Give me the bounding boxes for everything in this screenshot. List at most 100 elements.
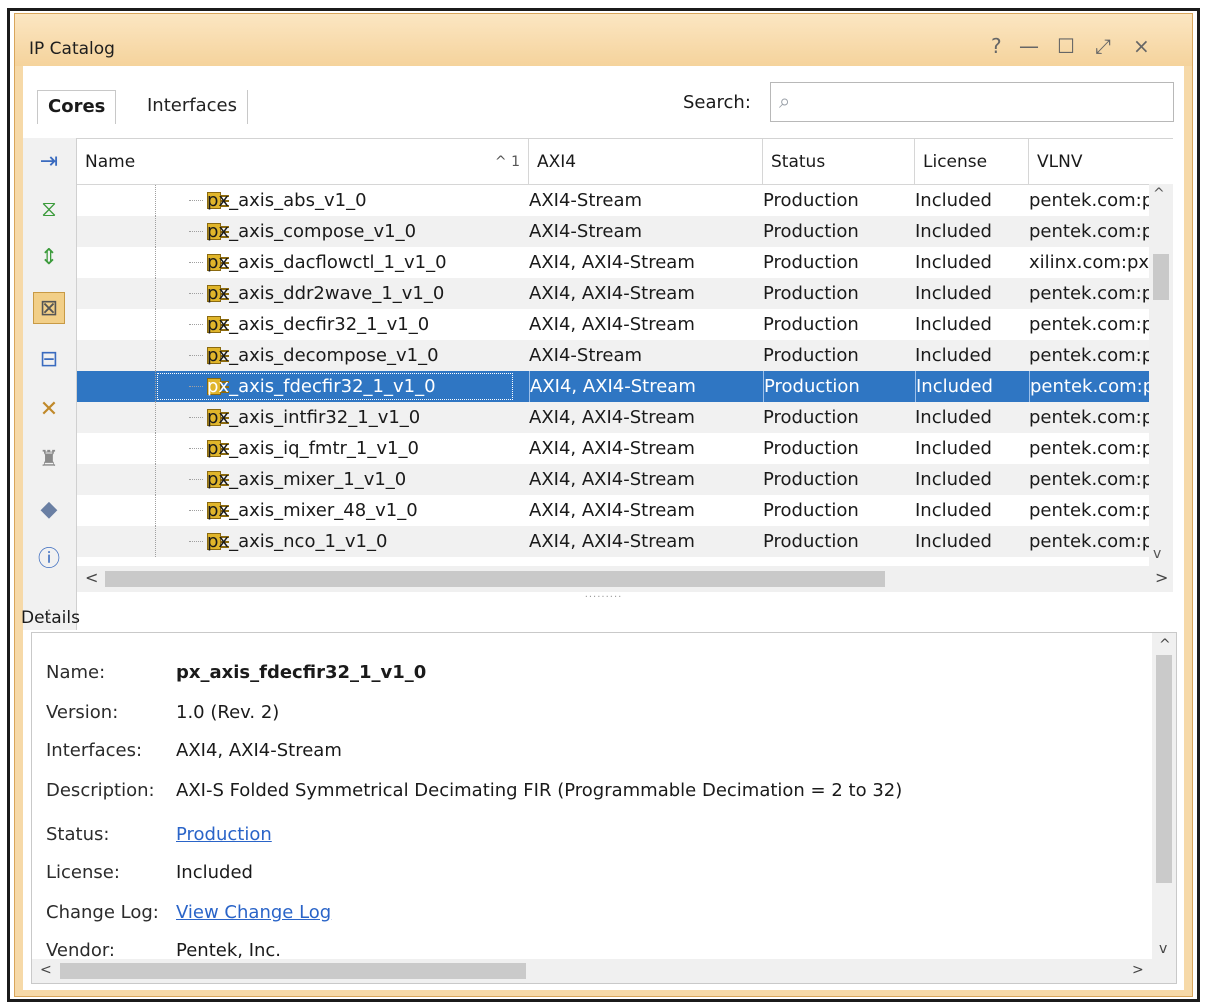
detail-row: Version: 1.0 (Rev. 2) [46,699,279,727]
cell-status: Production [763,371,911,402]
cell-license: Included [915,283,992,304]
sort-indicator: ^ 1 [494,154,520,170]
cell-axi: AXI4, AXI4-Stream [529,531,695,552]
cell-status: Production [763,438,859,459]
column-header-status[interactable]: Status [763,139,915,185]
scroll-up-icon[interactable]: ^ [1159,637,1171,653]
detail-value: Pentek, Inc. [176,940,282,961]
scroll-thumb[interactable] [1156,655,1172,883]
table-row[interactable]: px_axis_fdecfir32_1_v1_0 AXI4, AXI4-Strea… [77,371,1173,402]
cell-license: Included [915,345,992,366]
collapse-all-icon[interactable]: ⇥ [33,146,65,178]
cell-status: Production [763,190,859,211]
panel-splitter[interactable]: ········· [23,592,1184,606]
column-header-license[interactable]: License [915,139,1029,185]
close-icon[interactable]: × [1133,34,1150,58]
scroll-right-icon[interactable]: > [1132,962,1144,978]
cell-axi: AXI4, AXI4-Stream [529,438,695,459]
table-row[interactable]: px_axis_intfir32_1_v1_0 AXI4, AXI4-Stream… [77,402,1173,433]
cell-vlnv: pentek.com:p [1029,190,1154,211]
scroll-thumb[interactable] [1153,254,1169,300]
cell-status: Production [763,314,859,335]
cell-license: Included [915,221,992,242]
search-icon[interactable]: ⌕ [779,89,790,113]
search-box[interactable]: ⌕ [770,82,1174,122]
table-header: Name ^ 1 AXI4 Status License VLNV [77,139,1173,185]
table-row[interactable]: px_axis_iq_fmtr_1_v1_0 AXI4, AXI4-Stream P… [77,433,1173,464]
tab-cores[interactable]: Cores [37,90,117,124]
cell-license: Included [915,469,992,490]
tag-icon[interactable]: ◆ [33,494,65,526]
cell-status: Production [763,407,859,428]
cell-name: px_axis_decompose_v1_0 [207,345,439,366]
cell-vlnv: pentek.com:p [1029,407,1154,428]
scroll-thumb[interactable] [105,571,885,587]
cell-vlnv: xilinx.com:px [1029,252,1150,273]
info-icon[interactable]: ⓘ [33,544,65,576]
cell-name: px_axis_mixer_48_v1_0 [207,500,418,521]
cell-name: px_axis_compose_v1_0 [207,221,417,242]
details-vertical-scrollbar[interactable]: ^ v [1152,633,1176,961]
table-row[interactable]: px_axis_dacflowctl_1_v1_0 AXI4, AXI4-Stre… [77,247,1173,278]
detail-link[interactable]: Production [176,821,272,849]
table-row[interactable]: px_axis_mixer_48_v1_0 AXI4, AXI4-Stream Pr… [77,495,1173,526]
expand-selected-icon[interactable]: ⇕ [33,242,65,274]
detail-key: Description: [46,780,155,801]
scroll-down-icon[interactable]: v [1153,546,1161,562]
minimize-icon[interactable]: — [1019,34,1039,58]
title-bar[interactable]: IP Catalog ? — ☐ ⤢ × [15,14,1192,66]
group-icon[interactable]: ⊟ [33,344,65,376]
cell-axi: AXI4, AXI4-Stream [529,252,695,273]
detail-value: 1.0 (Rev. 2) [176,702,280,723]
scroll-left-icon[interactable]: < [85,568,98,587]
table-row[interactable]: px_axis_mixer_1_v1_0 AXI4, AXI4-Stream Pro… [77,464,1173,495]
cell-name: px_axis_iq_fmtr_1_v1_0 [207,438,419,459]
cell-name: px_axis_nco_1_v1_0 [207,531,388,552]
maximize-icon[interactable]: ☐ [1057,34,1075,58]
float-icon[interactable]: ⤢ [1095,34,1111,58]
search-label: Search: [683,92,751,113]
window-title: IP Catalog [29,39,115,59]
table-row[interactable]: px_axis_nco_1_v1_0 AXI4, AXI4-Stream Produ… [77,526,1173,557]
catalog-content: Cores Interfaces Search: ⌕ ⇥ ⧖ ⇕ ⊠ ⊟ ✕ ♜… [21,66,1184,990]
cell-status: Production [763,531,859,552]
table-row[interactable]: px_axis_ddr2wave_1_v1_0 AXI4, AXI4-Stream… [77,278,1173,309]
cell-vlnv: pentek.com:p [1029,531,1154,552]
column-header-name[interactable]: Name ^ 1 [77,139,529,185]
cell-axi: AXI4, AXI4-Stream [529,283,695,304]
cell-name: px_axis_ddr2wave_1_v1_0 [207,283,445,304]
table-horizontal-scrollbar[interactable]: < > [77,566,1173,592]
cell-license: Included [915,190,992,211]
detail-link[interactable]: View Change Log [176,899,331,927]
cell-status: Production [763,345,859,366]
expand-all-icon[interactable]: ⧖ [33,194,65,226]
scroll-right-icon[interactable]: > [1155,568,1168,587]
scroll-down-icon[interactable]: v [1159,941,1167,957]
table-row[interactable]: px_axis_decompose_v1_0 AXI4-Stream Product… [77,340,1173,371]
detail-value: px_axis_fdecfir32_1_v1_0 [176,662,427,683]
cell-status: Production [763,500,859,521]
detail-value: AXI4, AXI4-Stream [176,740,342,761]
table-vertical-scrollbar[interactable]: ^ v [1149,184,1173,566]
cell-vlnv: pentek.com:p [1029,469,1154,490]
cell-license: Included [915,531,992,552]
detail-row: Vendor: Pentek, Inc. [46,937,281,965]
table-row[interactable]: px_axis_abs_v1_0 AXI4-Stream Production Inc… [77,185,1173,216]
scroll-up-icon[interactable]: ^ [1153,186,1165,202]
detail-row: Description: AXI-S Folded Symmetrical Dec… [46,777,902,805]
cell-axi: AXI4, AXI4-Stream [529,500,695,521]
cell-vlnv: pentek.com:p [1029,314,1154,335]
table-row[interactable]: px_axis_decfir32_1_v1_0 AXI4, AXI4-Stream… [77,309,1173,340]
help-icon[interactable]: ? [991,34,1002,58]
column-header-vlnv[interactable]: VLNV [1029,139,1173,185]
cell-vlnv: pentek.com:p [1029,283,1154,304]
customize-ip-icon[interactable]: ✕ [33,394,65,426]
tab-interfaces[interactable]: Interfaces [137,90,248,124]
cell-status: Production [763,221,859,242]
scroll-thumb[interactable] [60,963,526,979]
search-input[interactable] [811,89,1161,115]
table-row[interactable]: px_axis_compose_v1_0 AXI4-Stream Productio… [77,216,1173,247]
repository-icon[interactable]: ♜ [33,444,65,476]
column-header-axi4[interactable]: AXI4 [529,139,763,185]
filter-icon[interactable]: ⊠ [33,292,65,324]
